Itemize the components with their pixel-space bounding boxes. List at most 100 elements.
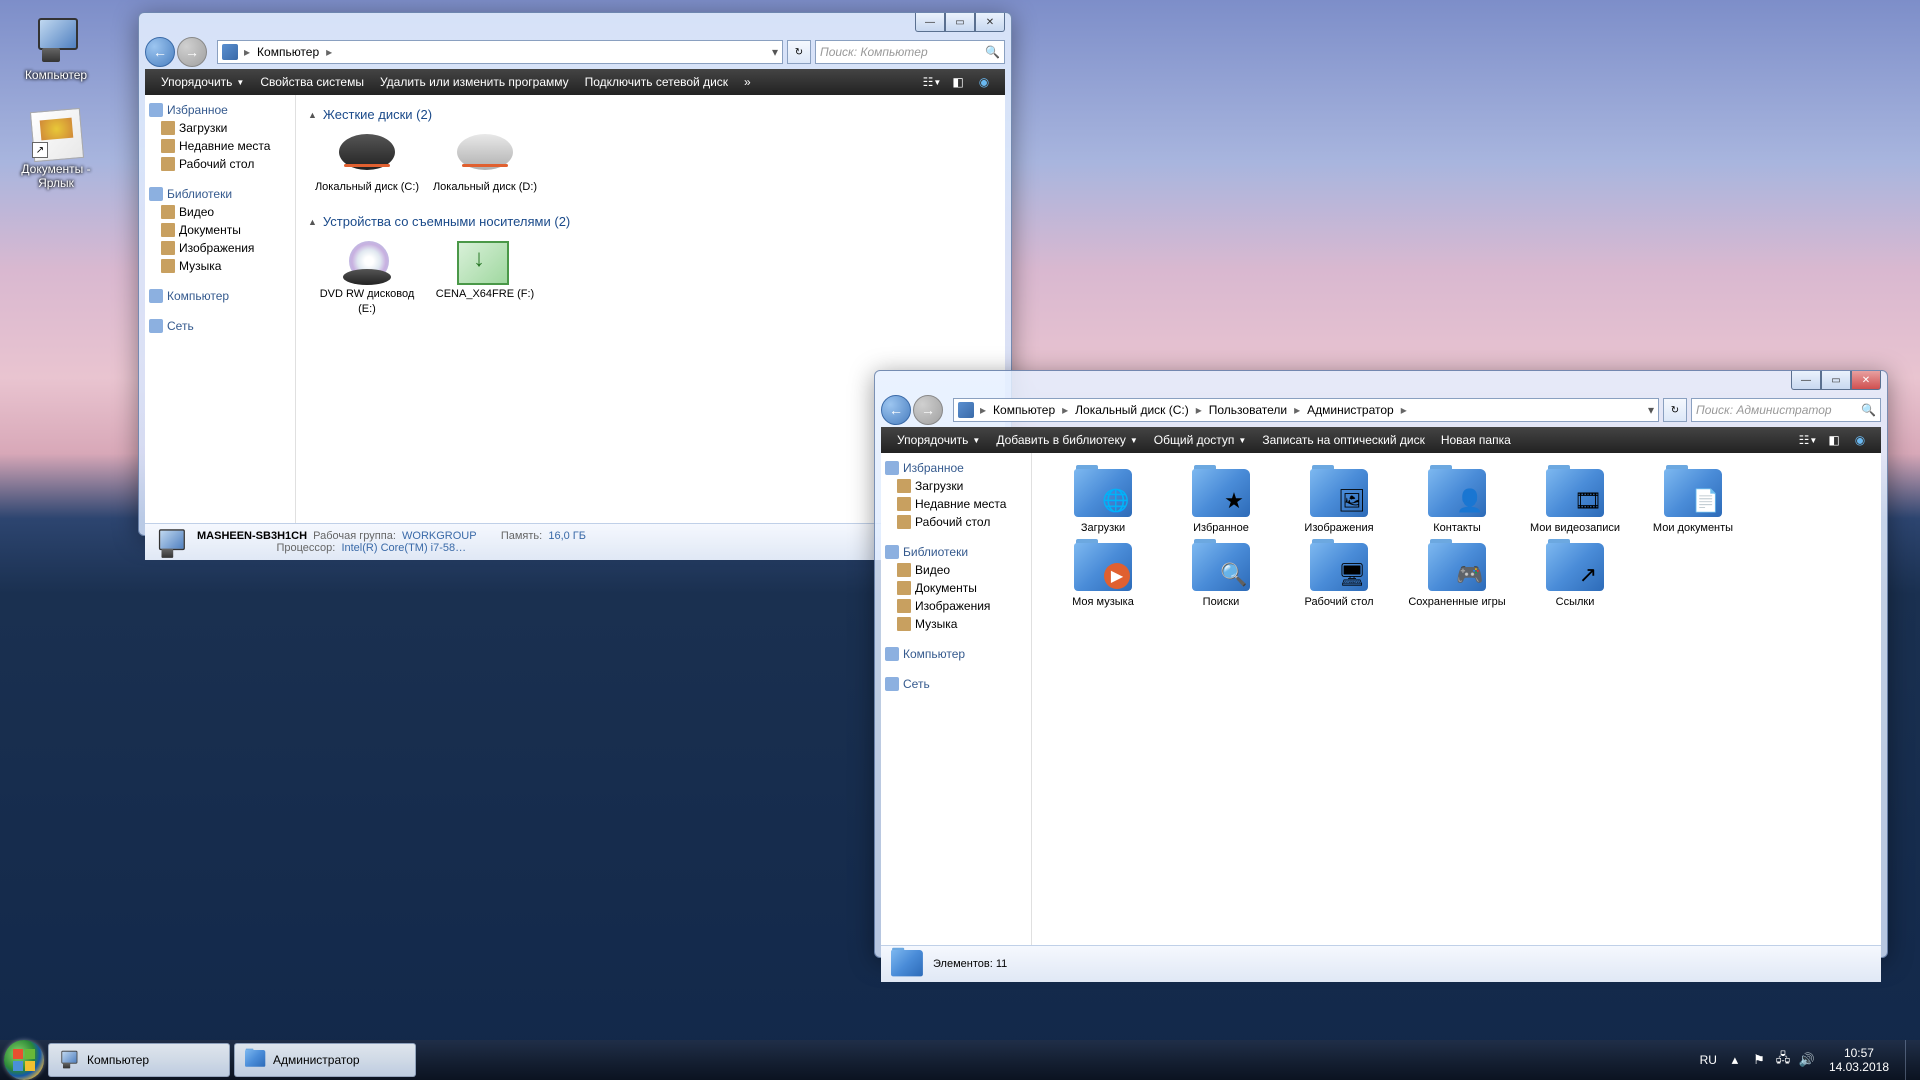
tray-clock[interactable]: 10:5714.03.2018	[1819, 1046, 1899, 1075]
refresh-button[interactable]: ↻	[787, 40, 811, 64]
close-button[interactable]: ✕	[1851, 371, 1881, 390]
back-button[interactable]: ←	[881, 395, 911, 425]
sidebar-item-network[interactable]: Сеть	[145, 317, 295, 335]
status-bar: Элементов: 11	[881, 945, 1881, 982]
toolbar-add-library[interactable]: Добавить в библиотеку▼	[988, 433, 1145, 447]
sidebar-item-network[interactable]: Сеть	[881, 675, 1031, 693]
minimize-button[interactable]: —	[1791, 371, 1821, 390]
sidebar-item-pictures[interactable]: Изображения	[881, 597, 1031, 615]
sidebar-item-downloads[interactable]: Загрузки	[881, 477, 1031, 495]
explorer-window-administrator[interactable]: — ▭ ✕ ← → ▸Компьютер ▸Локальный диск (C:…	[874, 370, 1888, 958]
address-bar[interactable]: ▸ Компьютер ▸ ▾	[217, 40, 783, 64]
maximize-button[interactable]: ▭	[945, 13, 975, 32]
preview-pane-button[interactable]: ◧	[1824, 430, 1844, 450]
folder-contacts[interactable]: 👤Контакты	[1398, 465, 1516, 539]
status-hostname: MASHEEN-SB3H1CH	[197, 530, 307, 542]
forward-button[interactable]: →	[177, 37, 207, 67]
system-tray: RU ▴ ⚑ 🖧 🔊 10:5714.03.2018	[1700, 1040, 1916, 1080]
sidebar-favorites-header[interactable]: Избранное	[881, 459, 1031, 477]
back-button[interactable]: ←	[145, 37, 175, 67]
refresh-button[interactable]: ↻	[1663, 398, 1687, 422]
toolbar-share[interactable]: Общий доступ▼	[1146, 433, 1255, 447]
folder-favorites[interactable]: ★Избранное	[1162, 465, 1280, 539]
toolbar-more[interactable]: »	[736, 75, 759, 89]
toolbar-uninstall[interactable]: Удалить или изменить программу	[372, 75, 577, 89]
tray-network-icon[interactable]: 🖧	[1774, 1051, 1792, 1069]
drive-e-dvd[interactable]: DVD RW дисковод (E:)	[308, 237, 426, 320]
sidebar-libraries-header[interactable]: Библиотеки	[145, 185, 295, 203]
view-mode-button[interactable]: ☷▼	[922, 72, 942, 92]
tray-volume-icon[interactable]: 🔊	[1798, 1051, 1816, 1069]
breadcrumb-users[interactable]: Пользователи	[1204, 403, 1292, 417]
taskbar: Компьютер Администратор RU ▴ ⚑ 🖧 🔊 10:57…	[0, 1040, 1920, 1080]
address-bar[interactable]: ▸Компьютер ▸Локальный диск (C:) ▸Пользов…	[953, 398, 1659, 422]
desktop-icon-label: Документы - Ярлык	[16, 162, 96, 191]
close-button[interactable]: ✕	[975, 13, 1005, 32]
taskbar-button-computer[interactable]: Компьютер	[48, 1043, 230, 1077]
forward-button[interactable]: →	[913, 395, 943, 425]
toolbar-system-properties[interactable]: Свойства системы	[252, 75, 372, 89]
folder-music[interactable]: ▶Моя музыка	[1044, 539, 1162, 613]
minimize-button[interactable]: —	[915, 13, 945, 32]
shortcut-arrow-icon: ↗	[32, 142, 48, 158]
toolbar-burn[interactable]: Записать на оптический диск	[1254, 433, 1433, 447]
folder-links[interactable]: ↗Ссылки	[1516, 539, 1634, 613]
folder-searches[interactable]: 🔍Поиски	[1162, 539, 1280, 613]
maximize-button[interactable]: ▭	[1821, 371, 1851, 390]
search-input[interactable]: Поиск: Компьютер 🔍	[815, 40, 1005, 64]
tray-show-hidden-icon[interactable]: ▴	[1726, 1051, 1744, 1069]
sidebar-item-pictures[interactable]: Изображения	[145, 239, 295, 257]
desktop-icon-label: Компьютер	[16, 68, 96, 82]
folder-saved-games[interactable]: 🎮Сохраненные игры	[1398, 539, 1516, 613]
breadcrumb-computer[interactable]: Компьютер	[988, 403, 1060, 417]
help-button[interactable]: ◉	[1850, 430, 1870, 450]
toolbar-organize[interactable]: Упорядочить▼	[889, 433, 988, 447]
sidebar-item-music[interactable]: Музыка	[881, 615, 1031, 633]
breadcrumb-drive-c[interactable]: Локальный диск (C:)	[1070, 403, 1194, 417]
breadcrumb-computer[interactable]: Компьютер	[252, 45, 324, 59]
toolbar: Упорядочить▼ Добавить в библиотеку▼ Общи…	[881, 427, 1881, 453]
folder-documents[interactable]: 📄Мои документы	[1634, 465, 1752, 539]
tray-action-center-icon[interactable]: ⚑	[1750, 1051, 1768, 1069]
sidebar-item-desktop[interactable]: Рабочий стол	[145, 155, 295, 173]
search-icon: 🔍	[985, 45, 1000, 59]
folder-desktop[interactable]: 🖥Рабочий стол	[1280, 539, 1398, 613]
sidebar-item-desktop[interactable]: Рабочий стол	[881, 513, 1031, 531]
toolbar-map-drive[interactable]: Подключить сетевой диск	[577, 75, 736, 89]
show-desktop-button[interactable]	[1905, 1040, 1916, 1080]
taskbar-button-administrator[interactable]: Администратор	[234, 1043, 416, 1077]
sidebar-item-computer[interactable]: Компьютер	[145, 287, 295, 305]
category-hard-disks[interactable]: ▲Жесткие диски (2)	[308, 103, 993, 126]
drive-c[interactable]: Локальный диск (C:)	[308, 130, 426, 198]
sidebar-item-documents[interactable]: Документы	[881, 579, 1031, 597]
sidebar-item-documents[interactable]: Документы	[145, 221, 295, 239]
desktop-icon-computer[interactable]: Компьютер	[16, 16, 96, 82]
sidebar-item-videos[interactable]: Видео	[881, 561, 1031, 579]
category-removable[interactable]: ▲Устройства со съемными носителями (2)	[308, 210, 993, 233]
sidebar-libraries-header[interactable]: Библиотеки	[881, 543, 1031, 561]
tray-language[interactable]: RU	[1700, 1053, 1717, 1067]
help-button[interactable]: ◉	[974, 72, 994, 92]
toolbar: Упорядочить▼ Свойства системы Удалить ил…	[145, 69, 1005, 95]
sidebar-item-recent[interactable]: Недавние места	[145, 137, 295, 155]
sidebar-item-music[interactable]: Музыка	[145, 257, 295, 275]
desktop-icon-documents-shortcut[interactable]: ↗ Документы - Ярлык	[16, 110, 96, 191]
sidebar-favorites-header[interactable]: Избранное	[145, 101, 295, 119]
view-mode-button[interactable]: ☷▼	[1798, 430, 1818, 450]
search-placeholder: Поиск: Администратор	[1696, 403, 1832, 417]
sidebar-item-recent[interactable]: Недавние места	[881, 495, 1031, 513]
folder-downloads[interactable]: 🌐Загрузки	[1044, 465, 1162, 539]
start-button[interactable]	[4, 1040, 44, 1080]
toolbar-organize[interactable]: Упорядочить▼	[153, 75, 252, 89]
search-input[interactable]: Поиск: Администратор 🔍	[1691, 398, 1881, 422]
sidebar-item-computer[interactable]: Компьютер	[881, 645, 1031, 663]
drive-d[interactable]: Локальный диск (D:)	[426, 130, 544, 198]
drive-f[interactable]: CENA_X64FRE (F:)	[426, 237, 544, 320]
breadcrumb-administrator[interactable]: Администратор	[1302, 403, 1399, 417]
folder-pictures[interactable]: 🖼Изображения	[1280, 465, 1398, 539]
toolbar-new-folder[interactable]: Новая папка	[1433, 433, 1519, 447]
sidebar-item-videos[interactable]: Видео	[145, 203, 295, 221]
sidebar-item-downloads[interactable]: Загрузки	[145, 119, 295, 137]
preview-pane-button[interactable]: ◧	[948, 72, 968, 92]
folder-videos[interactable]: 🎞Мои видеозаписи	[1516, 465, 1634, 539]
